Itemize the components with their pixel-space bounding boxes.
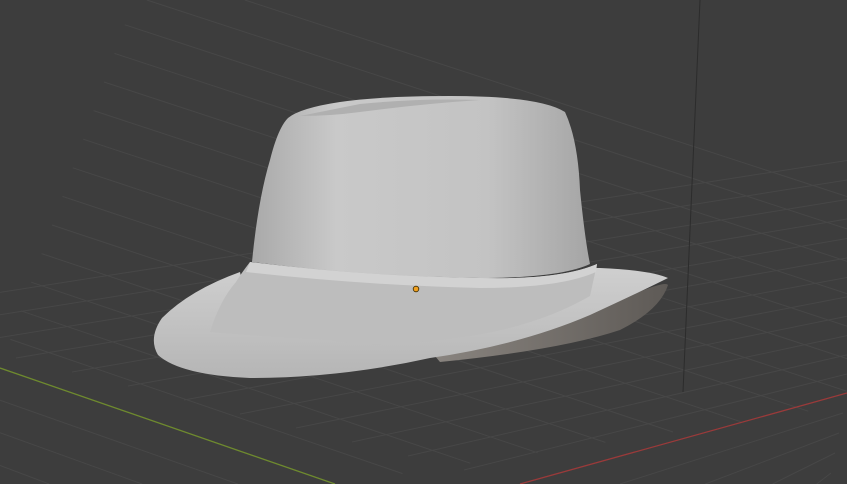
grid-line (705, 432, 840, 484)
z-axis-line (682, 0, 701, 393)
object-origin-dot[interactable] (412, 285, 420, 293)
grid-line (463, 373, 847, 471)
grid-line (0, 432, 143, 484)
viewport-canvas[interactable] (0, 0, 847, 484)
x-axis-line (519, 392, 847, 484)
y-axis-line (0, 367, 336, 484)
hat-crown (252, 96, 590, 278)
grid-line (0, 465, 50, 484)
hat-mesh[interactable] (153, 96, 669, 378)
grid-line (407, 354, 847, 457)
grid-line (816, 472, 832, 484)
grid-line (0, 399, 239, 484)
3d-viewport[interactable] (0, 0, 847, 484)
grid-line (772, 452, 836, 484)
grid-line (619, 412, 844, 484)
